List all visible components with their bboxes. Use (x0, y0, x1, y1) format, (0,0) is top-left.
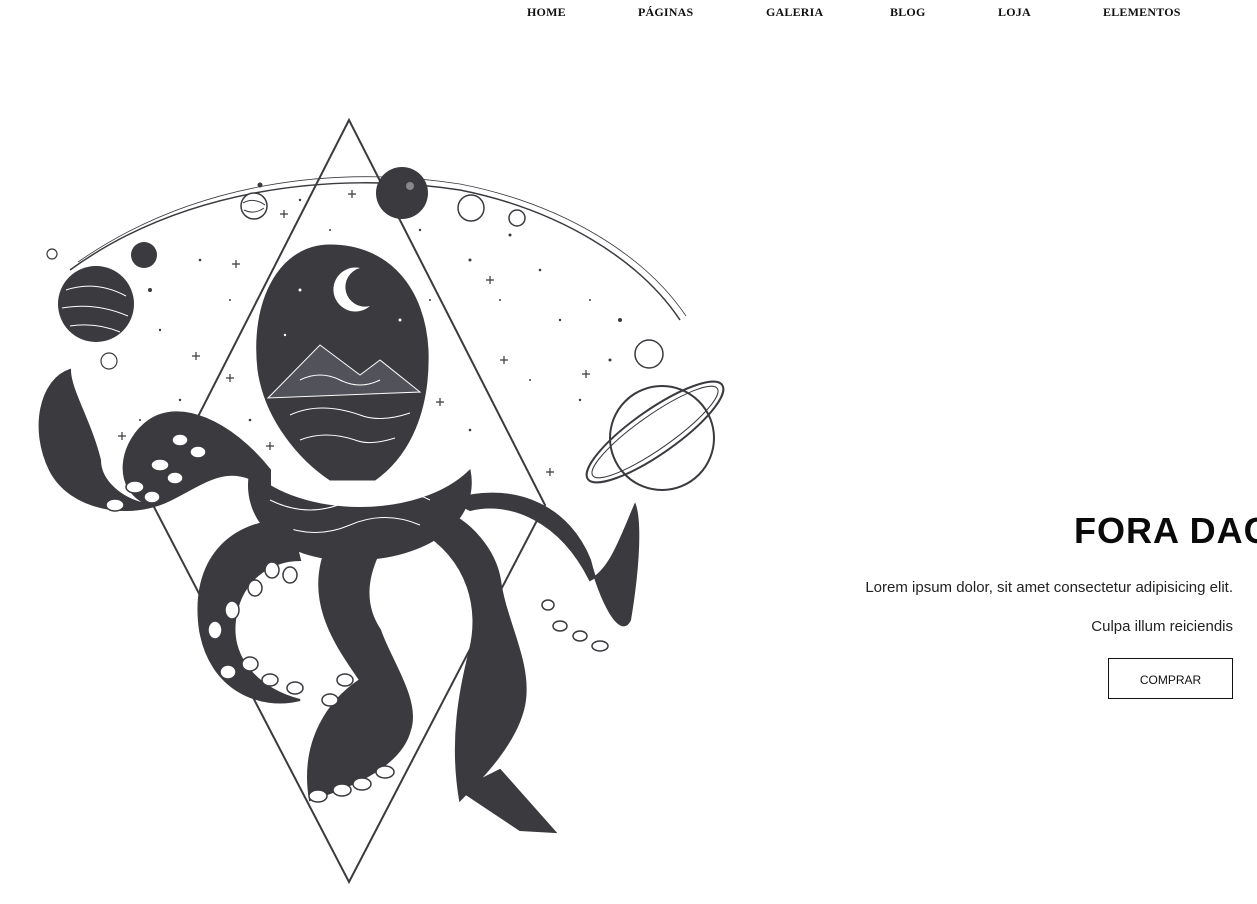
buy-button[interactable]: COMPRAR (1108, 658, 1233, 699)
hero-text-line-2: Culpa illum reiciendis (1091, 618, 1233, 635)
hero-title: FORA DAC (1074, 510, 1257, 552)
nav-item-paginas[interactable]: PÁGINAS (638, 5, 693, 20)
nav-item-loja[interactable]: LOJA (998, 5, 1031, 20)
octopus-space-illustration-icon (38, 117, 725, 885)
main-nav: HOME PÁGINAS GALERIA BLOG LOJA ELEMENTOS (0, 0, 1257, 26)
hero-text-line-1: Lorem ipsum dolor, sit amet consectetur … (865, 579, 1233, 596)
nav-item-galeria[interactable]: GALERIA (766, 5, 823, 20)
nav-item-elementos[interactable]: ELEMENTOS (1103, 5, 1181, 20)
nav-item-home[interactable]: HOME (527, 5, 566, 20)
nav-item-blog[interactable]: BLOG (890, 5, 925, 20)
